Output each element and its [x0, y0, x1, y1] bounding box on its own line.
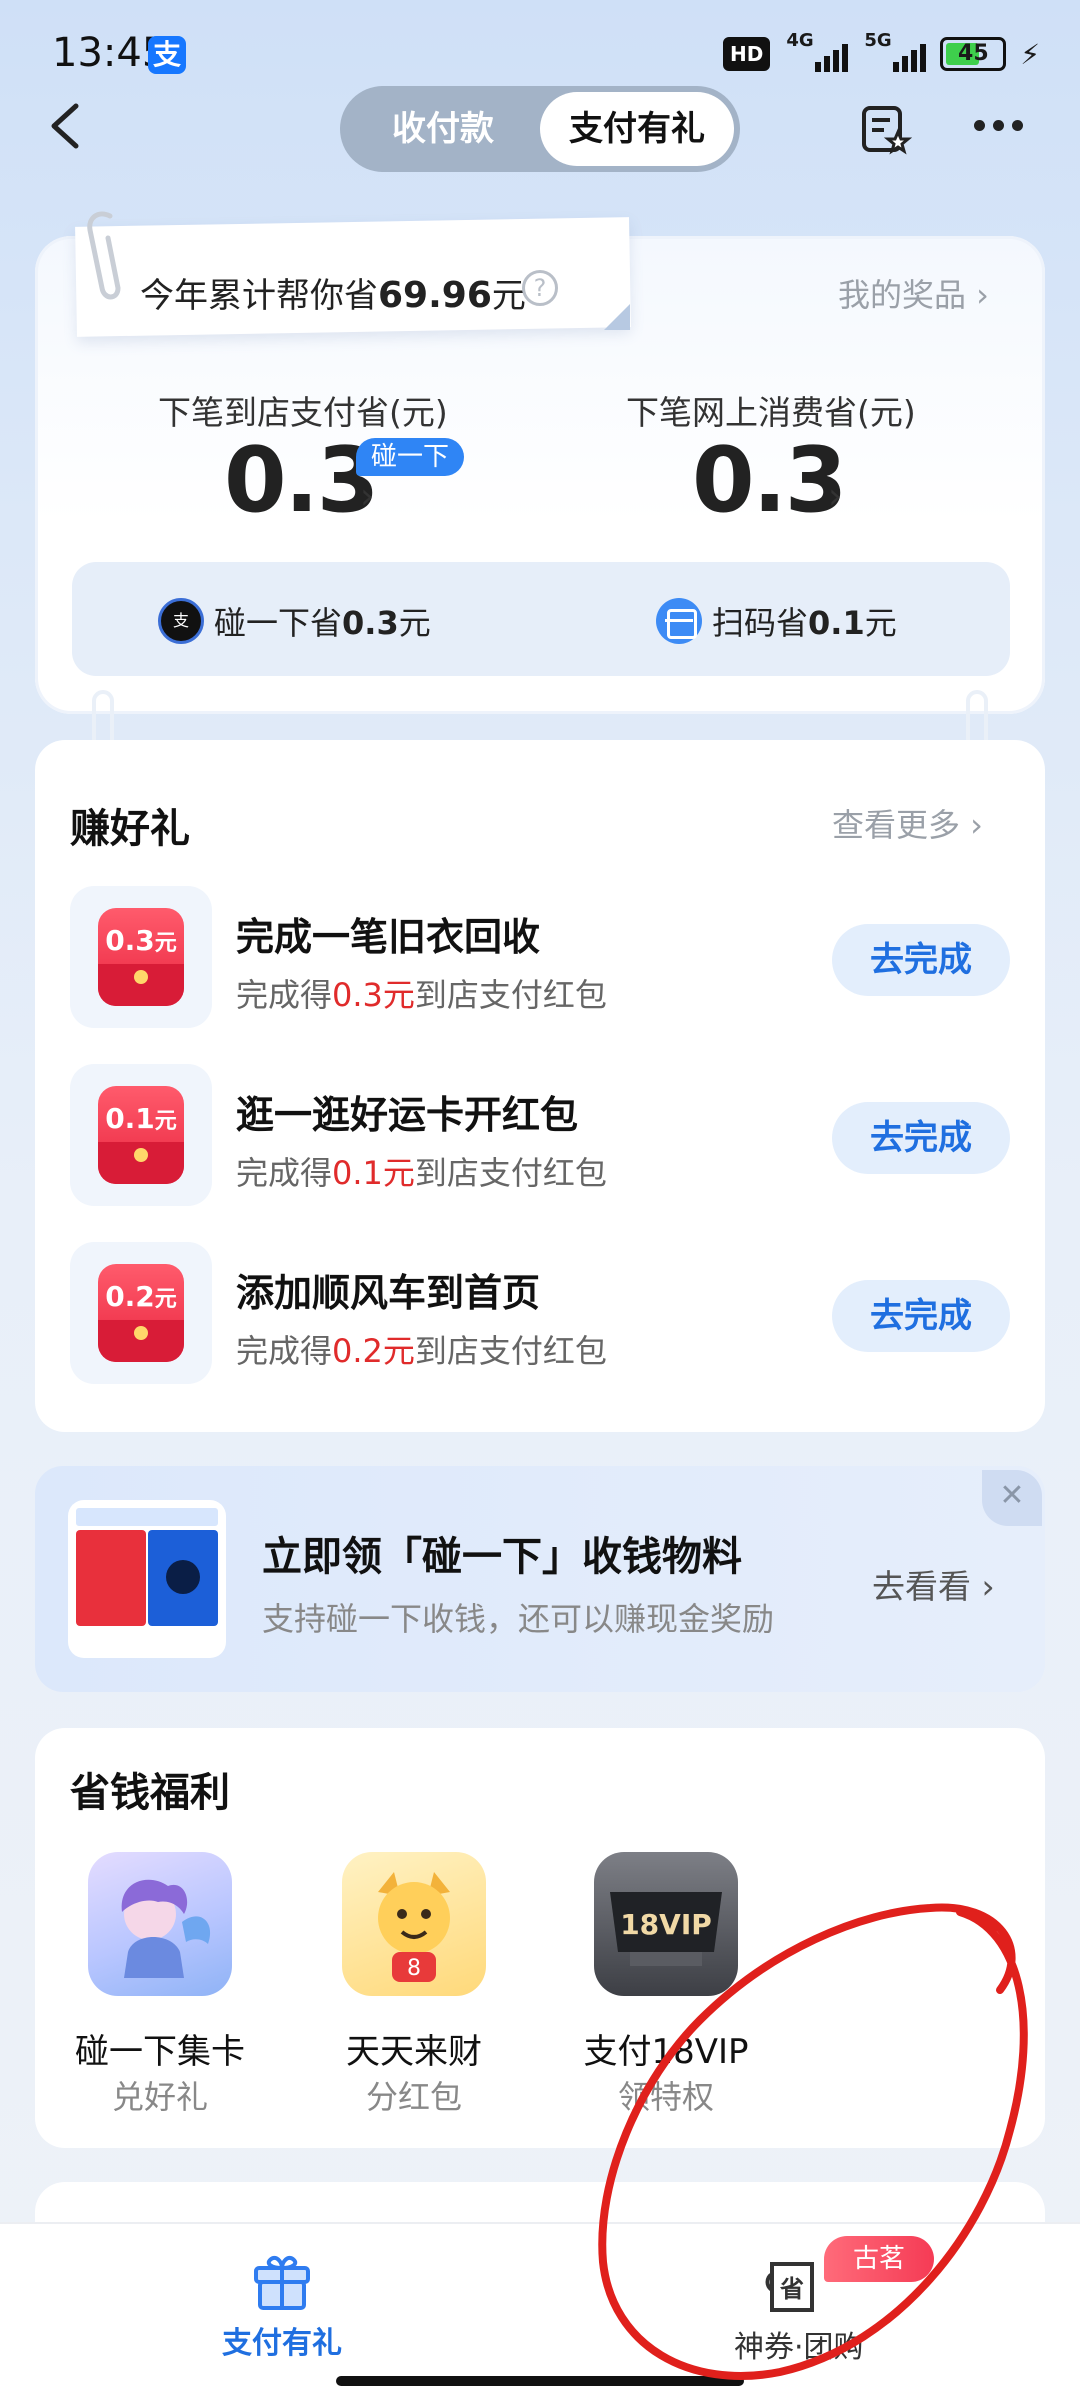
- task-subtitle: 完成得0.2元到店支付红包: [236, 1332, 607, 1370]
- online-savings-value[interactable]: 0.3: [692, 428, 847, 533]
- vip-18-icon[interactable]: 18VIP: [594, 1852, 738, 1996]
- home-indicator[interactable]: [336, 2376, 744, 2386]
- red-envelope-icon: 0.1元: [70, 1064, 212, 1206]
- tab-receive-pay[interactable]: 收付款: [346, 92, 540, 166]
- daily-fortune-icon[interactable]: 8: [342, 1852, 486, 1996]
- welfare-item-name: 天天来财: [346, 2032, 482, 2072]
- yearly-savings-text: 今年累计帮你省69.96元: [140, 275, 526, 316]
- see-more-link[interactable]: 查看更多 ›: [832, 800, 983, 846]
- task-subtitle: 完成得0.3元到店支付红包: [236, 976, 607, 1014]
- promo-material-image: [68, 1500, 226, 1658]
- welfare-item-sub: 兑好礼: [111, 2078, 208, 2116]
- online-savings-label: 下笔网上消费省(元): [626, 393, 916, 432]
- earn-rewards-title: 赚好礼: [70, 806, 190, 852]
- gift-icon[interactable]: [252, 2250, 312, 2312]
- promo-subtitle: 支持碰一下收钱，还可以赚现金奖励: [262, 1600, 775, 1638]
- tab-pay-rewards[interactable]: 支付有礼: [540, 92, 734, 166]
- hd-icon: HD: [722, 37, 771, 71]
- signal-4g-icon: 4G: [784, 30, 849, 74]
- task-subtitle: 完成得0.1元到店支付红包: [236, 1154, 607, 1192]
- card-collect-icon[interactable]: [88, 1852, 232, 1996]
- help-icon[interactable]: ?: [522, 270, 558, 306]
- paperclip-icon: [87, 211, 121, 300]
- welfare-item-name: 碰一下集卡: [75, 2032, 245, 2072]
- red-envelope-icon: 0.3元: [70, 886, 212, 1028]
- go-complete-button[interactable]: 去完成: [832, 924, 1010, 996]
- promo-badge: 古茗: [824, 2236, 934, 2282]
- signal-5g-icon: 5G: [862, 30, 927, 74]
- scan-icon: [656, 598, 702, 644]
- scan-savings-item[interactable]: 扫码省0.1元: [656, 598, 897, 644]
- my-prizes-link[interactable]: 我的奖品 ›: [838, 270, 989, 316]
- tab-pay-rewards-bottom[interactable]: 支付有礼: [222, 2318, 342, 2362]
- online-savings-chevron[interactable]: ›: [828, 476, 842, 517]
- promo-title: 立即领「碰一下」收钱物料: [262, 1534, 742, 1580]
- bump-savings-item[interactable]: 支 碰一下省0.3元: [158, 598, 431, 644]
- go-complete-button[interactable]: 去完成: [832, 1102, 1010, 1174]
- store-savings-chevron[interactable]: ›: [360, 476, 374, 517]
- close-icon[interactable]: ✕: [982, 1470, 1042, 1526]
- task-title: 添加顺风车到首页: [236, 1271, 541, 1315]
- svg-text:8: 8: [407, 1956, 421, 1981]
- status-indicators: HD 4G 5G 45 ⚡: [722, 30, 1040, 74]
- coupon-save-icon[interactable]: 省: [762, 2250, 832, 2320]
- mode-segmented-control: 收付款 支付有礼: [340, 86, 740, 172]
- welfare-item-sub: 分红包: [365, 2078, 462, 2116]
- red-envelope-icon: 0.2元: [70, 1242, 212, 1384]
- store-savings-value[interactable]: 0.3: [224, 428, 379, 533]
- tab-coupon-group[interactable]: 神券·团购: [734, 2322, 864, 2366]
- battery-icon: 45: [940, 37, 1007, 71]
- alipay-status-icon: 支: [148, 36, 186, 74]
- store-savings-label: 下笔到店支付省(元): [158, 393, 448, 432]
- svg-text:省: 省: [779, 2275, 804, 2303]
- bump-pay-icon: 支: [158, 598, 204, 644]
- go-complete-button[interactable]: 去完成: [832, 1280, 1010, 1352]
- svg-text:18VIP: 18VIP: [620, 1908, 712, 1941]
- yearly-savings-amount: 69.96: [378, 275, 492, 316]
- welfare-item-sub: 领特权: [617, 2078, 714, 2116]
- task-title: 逛一逛好运卡开红包: [236, 1093, 579, 1137]
- more-options-icon[interactable]: [974, 120, 1023, 131]
- welfare-item-name: 支付18VIP: [583, 2032, 749, 2072]
- welfare-title: 省钱福利: [70, 1770, 230, 1816]
- bill-star-icon[interactable]: [860, 104, 912, 156]
- promo-go-link[interactable]: 去看看 ›: [872, 1560, 995, 1608]
- bump-badge: 碰一下: [356, 438, 464, 476]
- back-arrow-icon[interactable]: [46, 102, 86, 150]
- status-bar: 13:45 支 HD 4G 5G 45 ⚡: [0, 0, 1080, 100]
- charging-icon: ⚡: [1020, 37, 1040, 71]
- task-title: 完成一笔旧衣回收: [236, 915, 541, 959]
